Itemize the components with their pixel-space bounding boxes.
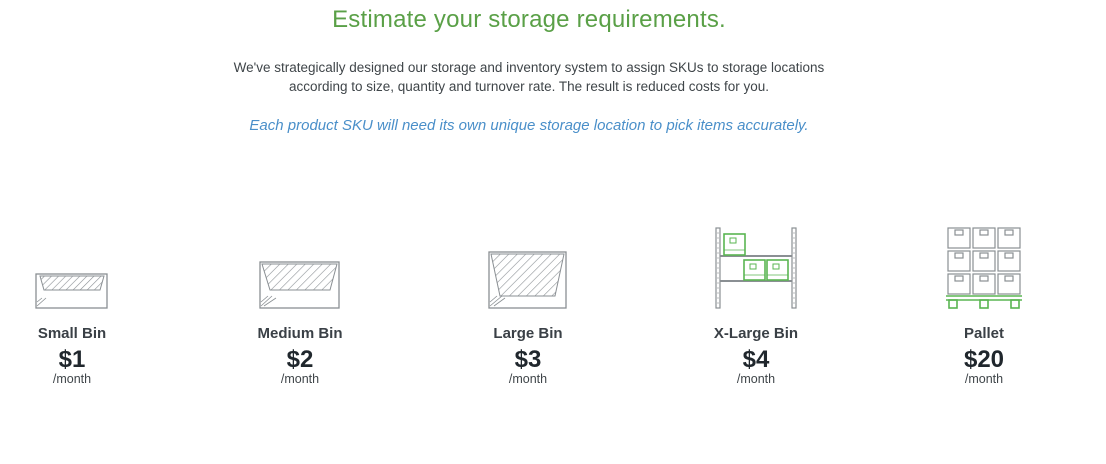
- tier-large-bin: Large Bin $3 /month: [448, 222, 608, 386]
- shelf-rack-icon: [715, 227, 797, 309]
- sku-note: Each product SKU will need its own uniqu…: [249, 117, 809, 134]
- tier-unit: /month: [964, 372, 1004, 386]
- tier-pallet: Pallet $20 /month: [904, 222, 1064, 386]
- pallet-icon: [946, 227, 1022, 309]
- tier-price: $3: [514, 346, 542, 373]
- tier-xlarge-bin: X-Large Bin $4 /month: [676, 222, 836, 386]
- small-bin-icon: [35, 273, 108, 309]
- tier-small-bin: Small Bin $1 /month: [0, 222, 152, 386]
- intro-line-2: according to size, quantity and turnover…: [288, 79, 769, 94]
- tier-medium-bin: Medium Bin $2 /month: [220, 222, 380, 386]
- intro-line-1: We've strategically designed our storage…: [233, 60, 825, 75]
- tier-price: $1: [58, 346, 86, 373]
- tier-price: $2: [286, 346, 314, 373]
- tier-name: Medium Bin: [257, 325, 343, 342]
- tier-name: Small Bin: [37, 325, 107, 342]
- tier-price: $20: [963, 346, 1005, 373]
- tier-unit: /month: [508, 372, 548, 386]
- large-bin-icon: [488, 251, 567, 309]
- tier-unit: /month: [280, 372, 320, 386]
- tier-name: Pallet: [963, 325, 1005, 342]
- tier-unit: /month: [736, 372, 776, 386]
- intro-text: We've strategically designed our storage…: [0, 58, 1058, 96]
- page-title: Estimate your storage requirements.: [332, 6, 726, 33]
- tier-price: $4: [742, 346, 770, 373]
- tier-unit: /month: [52, 372, 92, 386]
- tier-name: Large Bin: [493, 325, 563, 342]
- medium-bin-icon: [259, 261, 340, 309]
- tier-name: X-Large Bin: [713, 325, 799, 342]
